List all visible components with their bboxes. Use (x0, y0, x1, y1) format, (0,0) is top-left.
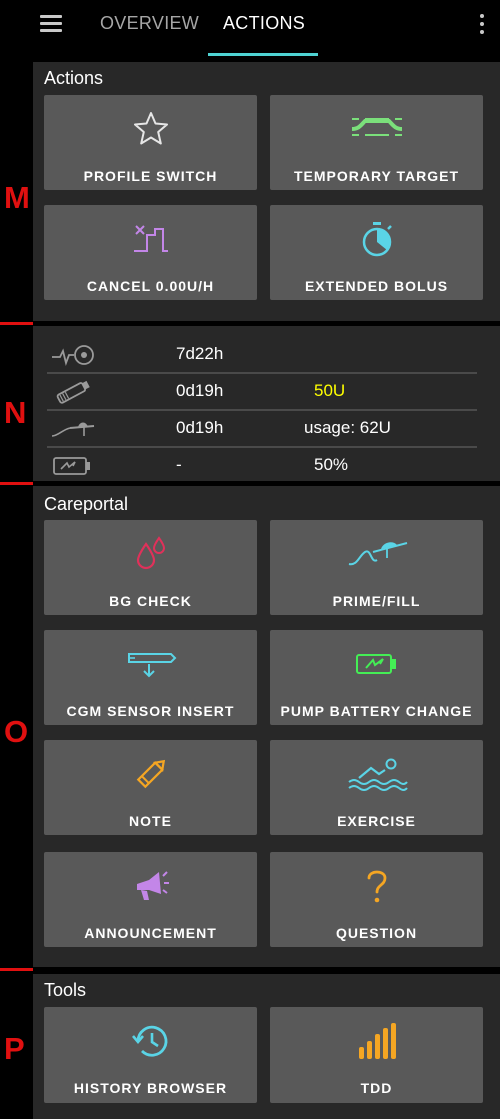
cannula-age-value: 7d22h (176, 344, 224, 363)
bg-check-button[interactable]: BG CHECK (44, 520, 257, 615)
exercise-button[interactable]: EXERCISE (270, 740, 483, 835)
bar-chart-icon (358, 1023, 396, 1059)
profile-switch-button[interactable]: PROFILE SWITCH (44, 95, 257, 190)
cgm-sensor-icon (127, 653, 176, 678)
cannula-age-icon (52, 345, 94, 367)
cannula-usage-age-value: 0d19h (176, 418, 224, 437)
actions-section-title: Actions (44, 68, 104, 88)
cannula-icon (51, 422, 95, 437)
tab-actions[interactable]: ACTIONS (223, 13, 305, 35)
status-row-insulin: 0d19h 50U (44, 374, 480, 410)
cgm-sensor-insert-button[interactable]: CGM SENSOR INSERT (44, 630, 257, 725)
tools-section-title: Tools (44, 980, 87, 1000)
side-label-p: P (4, 1031, 25, 1066)
blood-drops-icon (136, 536, 165, 570)
battery-age-value: - (176, 455, 182, 474)
prime-fill-label: PRIME/FILL (332, 593, 421, 609)
extended-bolus-label: EXTENDED BOLUS (304, 278, 449, 294)
cannula-prime-icon (348, 542, 407, 566)
pump-battery-change-button[interactable]: PUMP BATTERY CHANGE (270, 630, 483, 725)
history-browser-button[interactable]: HISTORY BROWSER (44, 1007, 257, 1103)
announcement-label: ANNOUNCEMENT (84, 925, 217, 941)
insulin-pen-icon (56, 380, 90, 404)
history-browser-label: HISTORY BROWSER (73, 1080, 228, 1096)
temporary-target-button[interactable]: TEMPORARY TARGET (270, 95, 483, 190)
careportal-section-title: Careportal (44, 494, 129, 514)
cancel-temp-basal-label: CANCEL 0.00U/H (86, 278, 215, 294)
extended-bolus-button[interactable]: EXTENDED BOLUS (270, 205, 483, 300)
pump-battery-icon (53, 457, 90, 475)
divider-marker (0, 482, 33, 485)
side-label-m: M (4, 180, 30, 215)
cgm-sensor-insert-label: CGM SENSOR INSERT (66, 703, 235, 719)
divider-marker (0, 968, 33, 971)
note-label: NOTE (129, 813, 172, 829)
hamburger-menu-icon[interactable] (38, 12, 66, 36)
tdd-button[interactable]: TDD (270, 1007, 483, 1103)
temp-target-icon (351, 118, 402, 136)
cancel-temp-basal-icon (133, 225, 168, 252)
cannula-usage-value: usage: 62U (304, 418, 391, 437)
temporary-target-label: TEMPORARY TARGET (293, 168, 460, 184)
note-button[interactable]: NOTE (44, 740, 257, 835)
cancel-temp-basal-button[interactable]: CANCEL 0.00U/H (44, 205, 257, 300)
tdd-label: TDD (360, 1080, 393, 1096)
pencil-icon (136, 759, 165, 789)
megaphone-icon (136, 871, 169, 900)
tab-overview[interactable]: OVERVIEW (100, 13, 199, 35)
status-row-battery: - 50% (44, 448, 480, 484)
divider-marker (0, 322, 33, 325)
side-label-o: O (4, 714, 29, 749)
insulin-age-value: 0d19h (176, 381, 224, 400)
stopwatch-icon (362, 222, 392, 257)
pump-battery-change-label: PUMP BATTERY CHANGE (280, 703, 473, 719)
swimmer-icon (347, 758, 408, 791)
reservoir-level-value: 50U (314, 381, 346, 400)
prime-fill-button[interactable]: PRIME/FILL (270, 520, 483, 615)
side-label-n: N (4, 395, 27, 430)
question-button[interactable]: QUESTION (270, 852, 483, 947)
battery-charging-icon (355, 654, 396, 674)
battery-level-value: 50% (314, 455, 349, 474)
more-options-icon[interactable] (476, 12, 488, 36)
top-app-bar: OVERVIEW ACTIONS (0, 0, 500, 58)
active-tab-indicator (208, 53, 318, 56)
exercise-label: EXERCISE (337, 813, 416, 829)
bg-check-label: BG CHECK (109, 593, 192, 609)
question-mark-icon (367, 870, 386, 903)
question-label: QUESTION (335, 925, 418, 941)
status-row-cannula: 0d19h usage: 62U (44, 411, 480, 447)
status-row-cannula-age: 7d22h (44, 337, 480, 373)
profile-switch-label: PROFILE SWITCH (83, 168, 218, 184)
star-icon (133, 112, 168, 145)
history-icon (131, 1025, 167, 1057)
announcement-button[interactable]: ANNOUNCEMENT (44, 852, 257, 947)
